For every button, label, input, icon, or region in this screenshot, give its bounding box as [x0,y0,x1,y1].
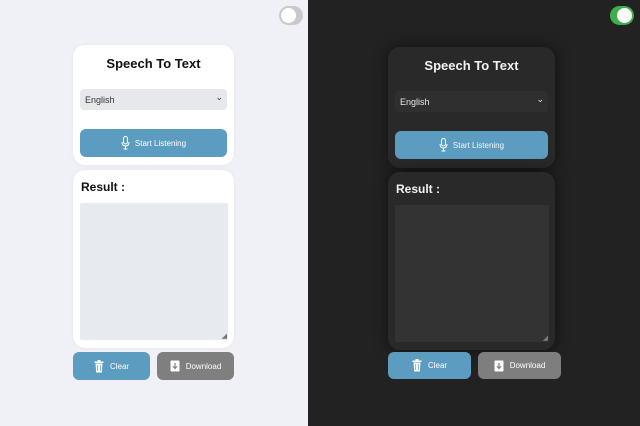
microphone-icon [121,136,130,150]
clear-button[interactable]: Clear [388,352,471,379]
result-card: Result : ◢ [388,172,555,350]
language-select[interactable]: English ⌄ [80,89,227,110]
chevron-down-icon: ⌄ [536,94,544,104]
clear-label: Clear [109,361,130,371]
resize-grip-icon[interactable]: ◢ [543,334,548,342]
result-textarea[interactable]: ◢ [395,205,549,342]
app-title: Speech To Text [424,58,519,73]
start-listening-button[interactable]: Start Listening [80,129,227,157]
toggle-knob [281,8,296,23]
result-label: Result : [396,182,441,196]
light-theme-panel: Speech To Text English ⌄ Start Listening… [0,0,308,426]
microphone-icon [439,138,448,152]
theme-toggle[interactable] [610,6,634,25]
trash-icon [94,359,104,373]
trash-icon [412,359,422,372]
speech-card: Speech To Text English ⌄ Start Listening [388,47,555,168]
speech-card: Speech To Text English ⌄ Start Listening [73,45,234,165]
start-listening-label: Start Listening [134,138,187,148]
result-label: Result : [81,180,126,194]
theme-toggle[interactable] [279,6,303,25]
dark-theme-panel: Speech To Text English ⌄ Start Listening… [308,0,640,426]
toggle-knob [617,8,632,23]
clear-button[interactable]: Clear [73,352,150,380]
download-icon [494,360,504,372]
download-button[interactable]: Download [478,352,561,379]
chevron-down-icon: ⌄ [215,92,223,102]
result-card: Result : ◢ [73,170,234,348]
download-label: Download [509,361,546,370]
resize-grip-icon[interactable]: ◢ [222,332,227,340]
start-listening-label: Start Listening [452,140,505,150]
download-label: Download [185,361,222,371]
download-button[interactable]: Download [157,352,234,380]
language-select[interactable]: English ⌄ [395,91,548,112]
language-selected: English [85,94,115,105]
download-icon [170,360,180,372]
start-listening-button[interactable]: Start Listening [395,131,548,159]
clear-label: Clear [427,361,448,370]
language-selected: English [400,96,430,107]
result-textarea[interactable]: ◢ [80,203,228,340]
app-title: Speech To Text [106,56,201,71]
